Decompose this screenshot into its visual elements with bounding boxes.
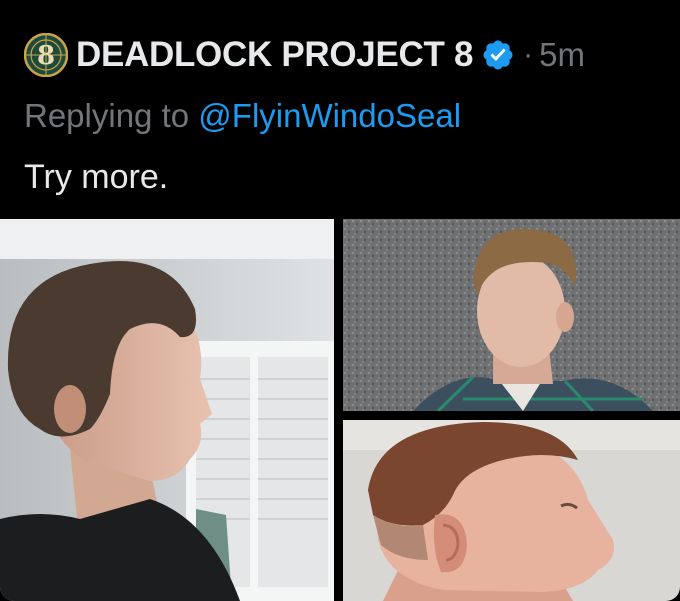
photo-profile-fade-haircut[interactable] — [343, 420, 680, 601]
reply-prefix: Replying to — [24, 97, 190, 134]
timestamp[interactable]: 5m — [539, 36, 585, 74]
tweet-text: Try more. — [24, 158, 169, 196]
tweet-header: 8 DEADLOCK PROJECT 8 · 5m — [24, 32, 585, 78]
reply-context: Replying to @FlyinWindoSeal — [24, 97, 461, 135]
avatar-emblem-icon: 8 — [24, 33, 68, 77]
photo-side-profile-room[interactable] — [0, 219, 334, 601]
avatar-glyph: 8 — [37, 41, 55, 71]
avatar[interactable]: 8 — [24, 33, 68, 77]
media-grid — [0, 219, 680, 601]
author-name[interactable]: DEADLOCK PROJECT 8 — [76, 35, 473, 75]
verified-badge-icon — [483, 40, 513, 70]
separator-dot: · — [523, 38, 534, 71]
photo-looking-up-wall[interactable] — [343, 219, 680, 411]
tweet-card[interactable]: 8 DEADLOCK PROJECT 8 · 5m Replying to @F… — [0, 0, 680, 601]
reply-handle-link[interactable]: @FlyinWindoSeal — [198, 97, 461, 134]
